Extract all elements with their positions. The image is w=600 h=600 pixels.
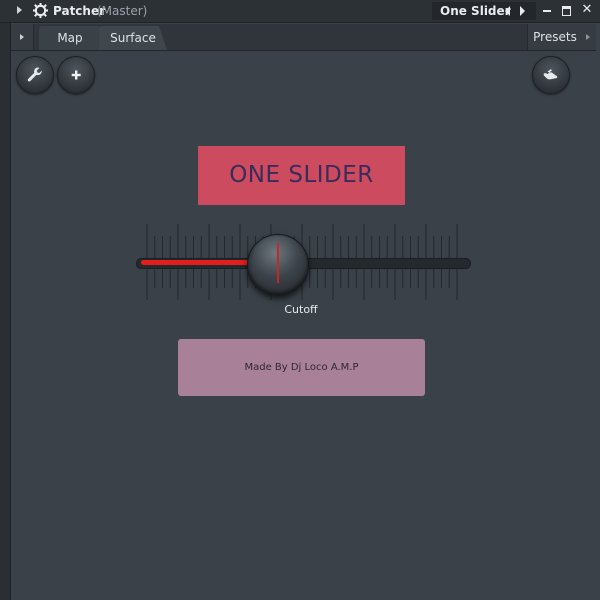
left-edge-strip <box>0 23 11 600</box>
maximize-icon[interactable] <box>562 6 571 16</box>
menu-arrow-icon <box>20 34 24 40</box>
previous-preset-icon[interactable] <box>505 6 510 16</box>
tab-bar: Map Surface Presets <box>11 24 596 51</box>
credit-panel: Made By Dj Loco A.M.P <box>178 339 425 396</box>
slider-label: Cutoff <box>284 303 318 316</box>
knob-indicator <box>277 243 280 283</box>
tab-map[interactable]: Map <box>39 26 101 50</box>
gear-icon[interactable] <box>33 3 48 18</box>
presets-button[interactable]: Presets <box>527 24 582 50</box>
presets-arrow-icon <box>586 34 590 40</box>
tab-surface[interactable]: Surface <box>99 26 167 50</box>
collapse-arrow-icon[interactable] <box>17 6 22 14</box>
close-icon[interactable]: ✕ <box>580 3 594 17</box>
add-button[interactable] <box>57 56 95 94</box>
wrench-icon <box>27 67 42 82</box>
title-bar: Patcher (Master) One Slider ✕ <box>0 0 600 23</box>
minimize-icon[interactable] <box>543 10 551 12</box>
hand-button[interactable] <box>532 56 570 94</box>
wrench-button[interactable] <box>16 56 54 94</box>
preset-name: One Slider <box>440 4 511 18</box>
cutoff-slider[interactable] <box>133 222 473 304</box>
next-preset-icon[interactable] <box>520 6 525 16</box>
window-subtitle: (Master) <box>97 4 148 18</box>
slider-knob[interactable] <box>247 234 310 296</box>
surface-title-panel: ONE SLIDER <box>198 146 405 205</box>
plus-icon <box>71 70 81 80</box>
tab-menu-button[interactable] <box>11 24 34 50</box>
presets-arrow-button[interactable] <box>582 24 596 50</box>
hand-icon <box>543 69 558 80</box>
